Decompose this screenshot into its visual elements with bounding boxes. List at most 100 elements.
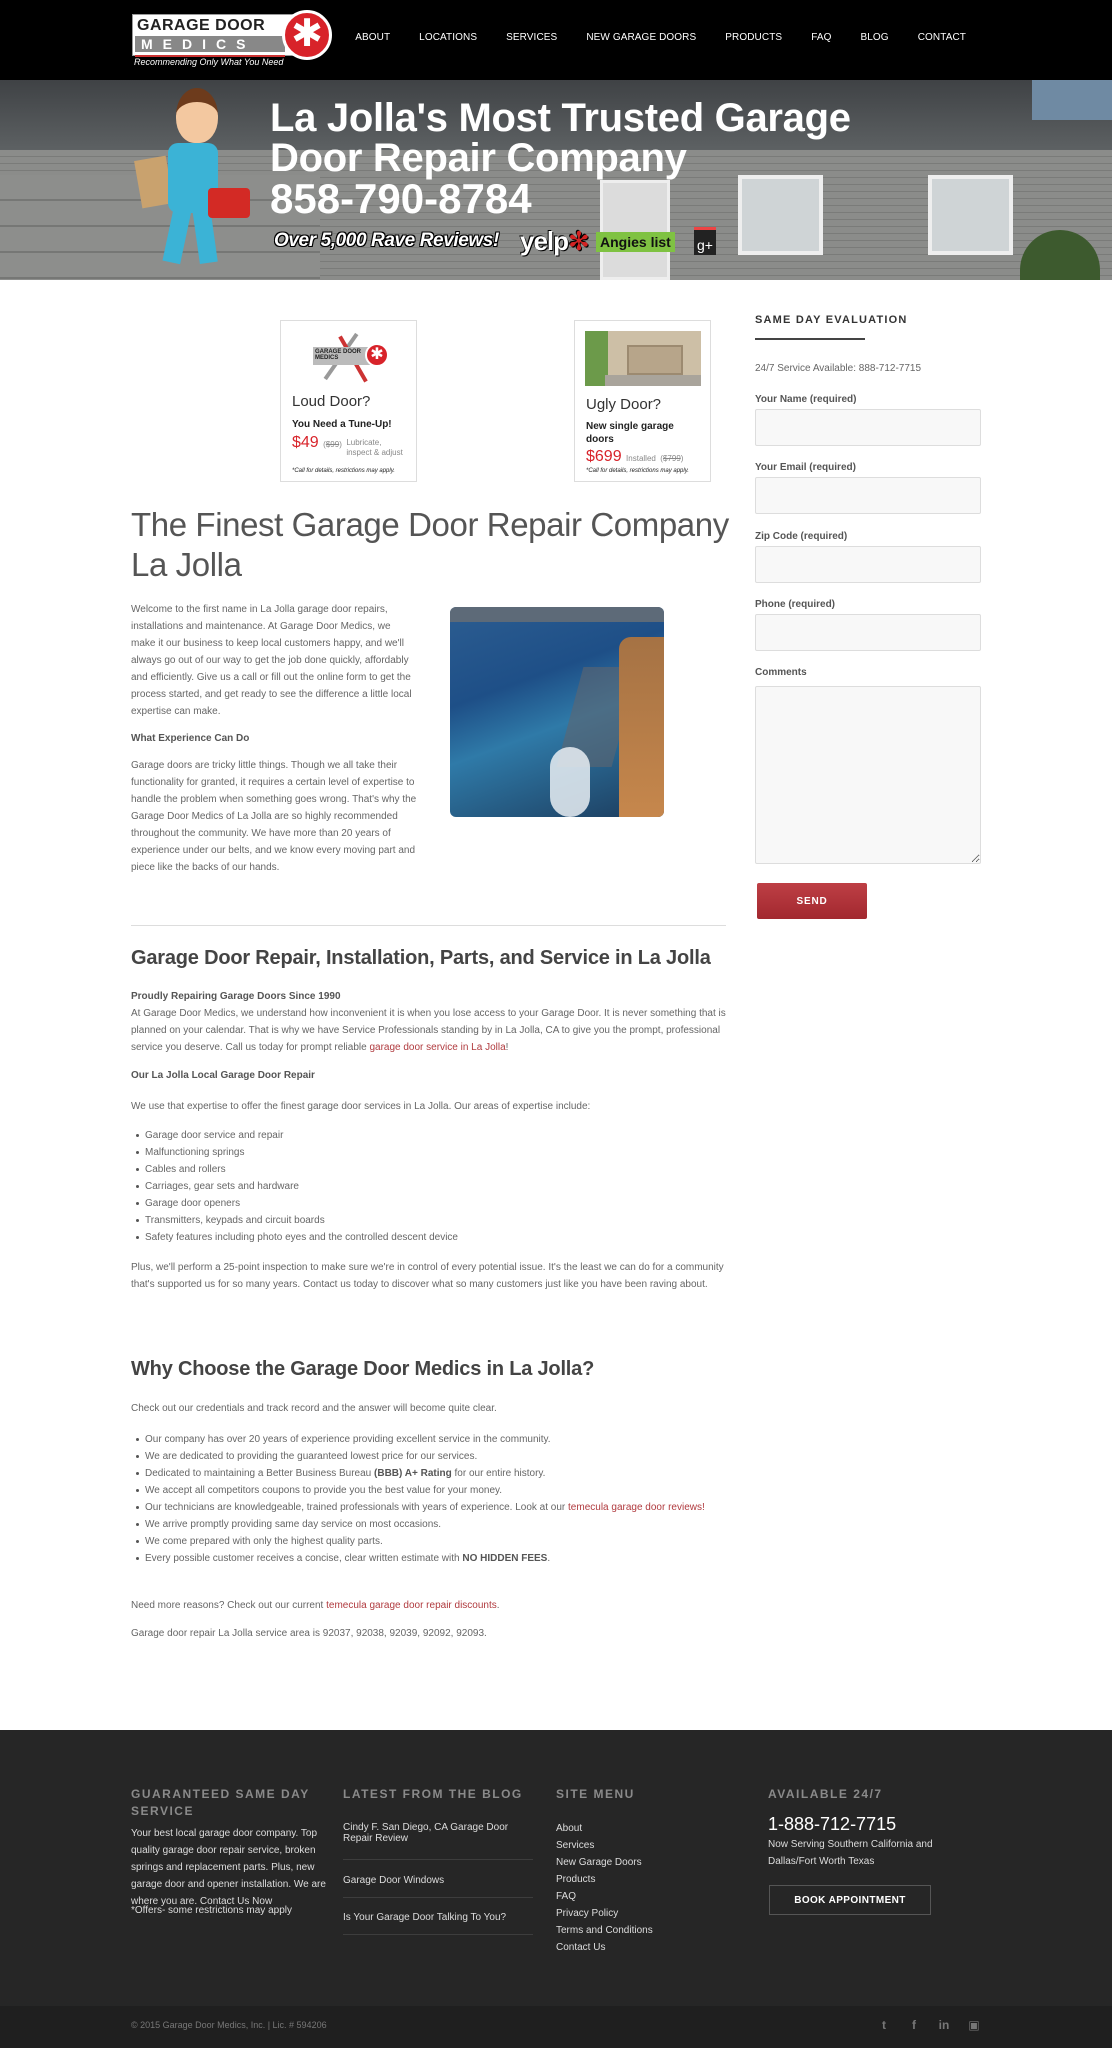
- blog-divider: [343, 1934, 533, 1935]
- name-label: Your Name (required): [755, 394, 857, 405]
- copyright: © 2015 Garage Door Medics, Inc. | Lic. #…: [131, 2020, 327, 2030]
- comments-field[interactable]: [755, 686, 981, 864]
- sidebar-title-underline: [755, 338, 865, 340]
- garage-door-image: [627, 345, 683, 375]
- twitter-icon[interactable]: t: [878, 2018, 890, 2032]
- zip-label: Zip Code (required): [755, 531, 848, 542]
- social-links: t f in ▣: [878, 2018, 980, 2032]
- blog-post-link[interactable]: Is Your Garage Door Talking To You?: [343, 1912, 533, 1923]
- blog-post-link[interactable]: Garage Door Windows: [343, 1875, 533, 1886]
- list-item: Every possible customer receives a conci…: [136, 1550, 735, 1567]
- footer-title-site-menu: SITE MENU: [556, 1787, 635, 1801]
- promo-price: $49 ($99) Lubricate, inspect & adjust: [292, 434, 406, 458]
- promo-old-price: ($99): [323, 440, 342, 449]
- star-of-life-icon: ✱: [365, 343, 389, 367]
- experience-paragraph: Garage doors are tricky little things. T…: [131, 760, 417, 873]
- photo-wave: [550, 747, 590, 817]
- since-1990-label: Proudly Repairing Garage Doors Since 199…: [131, 991, 341, 1002]
- photo-far-cliffs: [450, 607, 664, 622]
- footer-link-terms[interactable]: Terms and Conditions: [556, 1925, 653, 1936]
- services-paragraph: At Garage Door Medics, we understand how…: [131, 1008, 726, 1053]
- footer-link-products[interactable]: Products: [556, 1874, 595, 1885]
- promo-fine-print: *Call for details, restrictions may appl…: [292, 468, 395, 474]
- comments-label: Comments: [755, 667, 807, 678]
- footer-bottom-bar: © 2015 Garage Door Medics, Inc. | Lic. #…: [0, 2006, 1112, 2048]
- email-field[interactable]: [755, 477, 981, 514]
- promo-price-value: $49: [292, 434, 319, 451]
- photo-rock: [619, 637, 664, 817]
- reviews-link[interactable]: temecula garage door reviews: [568, 1502, 702, 1513]
- inspection-paragraph: Plus, we'll perform a 25-point inspectio…: [131, 1262, 724, 1290]
- promo-price-value: $699: [586, 448, 622, 465]
- footer-link-contact[interactable]: Contact Us: [556, 1942, 605, 1953]
- phone-field[interactable]: [755, 614, 981, 651]
- name-field[interactable]: [755, 409, 981, 446]
- list-item: Our technicians are knowledgeable, train…: [136, 1499, 735, 1516]
- need-more-reasons: Need more reasons? Check out our current…: [131, 1600, 500, 1611]
- sidebar-service-phone: 24/7 Service Available: 888-712-7715: [755, 363, 922, 374]
- footer-serving-area: Now Serving Southern California and Dall…: [768, 1839, 933, 1867]
- local-repair-subheading: Our La Jolla Local Garage Door Repair: [131, 1070, 315, 1081]
- footer-title-blog: LATEST FROM THE BLOG: [343, 1787, 523, 1801]
- footer-link-about[interactable]: About: [556, 1823, 582, 1834]
- blog-divider: [343, 1859, 533, 1860]
- discounts-link[interactable]: temecula garage door repair discounts: [326, 1600, 497, 1611]
- list-item: We accept all competitors coupons to pro…: [136, 1482, 735, 1499]
- footer-link-faq[interactable]: FAQ: [556, 1891, 576, 1902]
- footer-offer-note: *Offers- some restrictions may apply: [131, 1905, 292, 1916]
- promo-card-new-door[interactable]: Ugly Door? New single garage doors $699 …: [574, 320, 711, 482]
- book-appointment-button[interactable]: BOOK APPOINTMENT: [769, 1885, 931, 1915]
- no-hidden-fees: NO HIDDEN FEES: [462, 1553, 548, 1564]
- tools-logo-image: GARAGE DOOR MEDICS ✱: [311, 329, 391, 384]
- list-item: Carriages, gear sets and hardware: [136, 1178, 458, 1195]
- list-item: Garage door openers: [136, 1195, 458, 1212]
- blog-divider: [343, 1897, 533, 1898]
- zip-field[interactable]: [755, 546, 981, 583]
- list-item: We arrive promptly providing same day se…: [136, 1516, 735, 1533]
- promo-card-tune-up[interactable]: GARAGE DOOR MEDICS ✱ Loud Door? You Need …: [280, 320, 417, 482]
- send-button[interactable]: SEND: [757, 883, 867, 919]
- bbb-rating: (BBB) A+ Rating: [374, 1468, 452, 1479]
- list-item: Safety features including photo eyes and…: [136, 1229, 458, 1246]
- section-divider: [131, 925, 726, 926]
- footer-link-new-garage-doors[interactable]: New Garage Doors: [556, 1857, 642, 1868]
- email-label: Your Email (required): [755, 462, 856, 473]
- footer-title-available: AVAILABLE 24/7: [768, 1787, 883, 1801]
- mini-logo-box: GARAGE DOOR MEDICS: [313, 347, 371, 365]
- driveway-image: [605, 375, 701, 386]
- promo-note: Installed: [626, 454, 656, 463]
- phone-label: Phone (required): [755, 599, 836, 610]
- promo-subtitle: New single garage doors: [586, 421, 674, 445]
- facebook-icon[interactable]: f: [908, 2018, 920, 2032]
- footer-link-privacy[interactable]: Privacy Policy: [556, 1908, 618, 1919]
- footer-about-text: Your best local garage door company. Top…: [131, 1828, 326, 1907]
- list-item: Transmitters, keypads and circuit boards: [136, 1212, 458, 1229]
- list-item: We come prepared with only the highest q…: [136, 1533, 735, 1550]
- list-item: Cables and rollers: [136, 1161, 458, 1178]
- list-item: Malfunctioning springs: [136, 1144, 458, 1161]
- sidebar-title: SAME DAY EVALUATION: [755, 314, 908, 326]
- page-title: The Finest Garage Door Repair Company La…: [131, 506, 729, 583]
- la-jolla-coast-photo: [450, 607, 664, 817]
- experience-subheading: What Experience Can Do: [131, 733, 250, 744]
- list-item: Dedicated to maintaining a Better Busine…: [136, 1465, 735, 1482]
- expertise-intro: We use that expertise to offer the fines…: [131, 1101, 591, 1112]
- promo-old-price: ($799): [660, 454, 684, 463]
- why-choose-heading: Why Choose the Garage Door Medics in La …: [131, 1358, 595, 1380]
- blog-post-link[interactable]: Cindy F. San Diego, CA Garage Door Repai…: [343, 1822, 533, 1844]
- service-la-jolla-link[interactable]: garage door service in La Jolla: [369, 1042, 505, 1053]
- footer-phone[interactable]: 1-888-712-7715: [768, 1814, 896, 1835]
- promo-fine-print: *Call for details, restrictions may appl…: [586, 468, 689, 474]
- linkedin-icon[interactable]: in: [938, 2018, 950, 2032]
- reasons-list: Our company has over 20 years of experie…: [136, 1431, 735, 1567]
- promo-title: Loud Door?: [292, 393, 371, 410]
- promo-subtitle: You Need a Tune-Up!: [292, 419, 392, 430]
- site-footer: GUARANTEED SAME DAY SERVICE Your best lo…: [0, 1730, 1112, 2006]
- promo-price: $699 Installed ($799): [586, 448, 683, 466]
- promo-title: Ugly Door?: [586, 396, 662, 413]
- youtube-icon[interactable]: ▣: [968, 2018, 980, 2032]
- footer-link-services[interactable]: Services: [556, 1840, 594, 1851]
- footer-title-same-day: GUARANTEED SAME DAY SERVICE: [131, 1787, 310, 1818]
- garage-photo: [585, 331, 701, 386]
- list-item: Garage door service and repair: [136, 1127, 458, 1144]
